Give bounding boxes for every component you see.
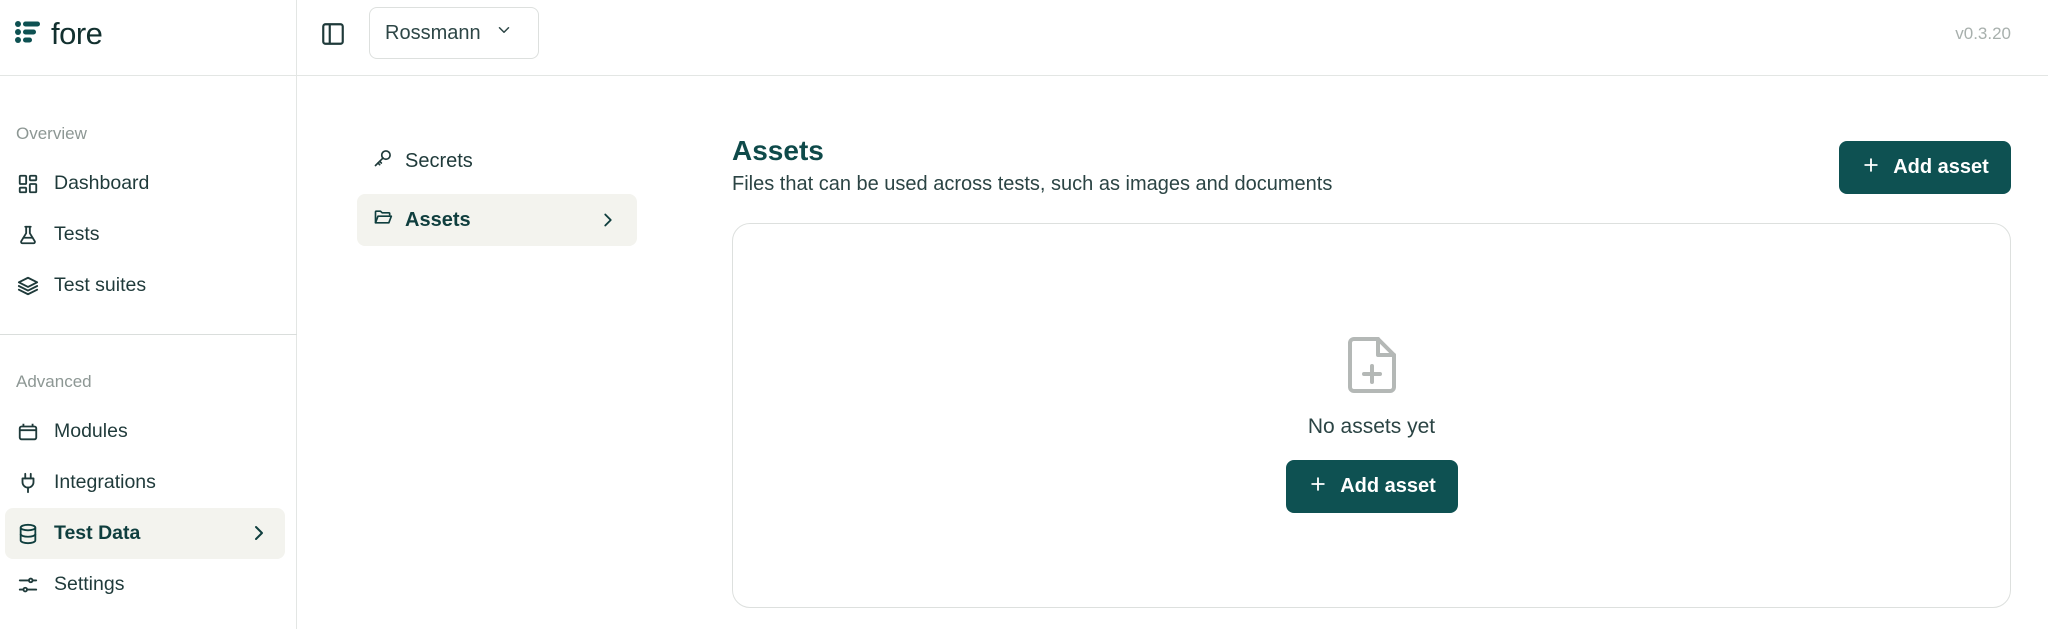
flask-icon [16, 223, 40, 247]
sidebar-panel-icon[interactable] [319, 20, 347, 48]
add-asset-label: Add asset [1340, 475, 1436, 497]
layers-icon [16, 274, 40, 298]
top-bar: Rossmann v0.3.20 [297, 0, 2048, 76]
key-icon [373, 148, 393, 174]
project-name: Rossmann [385, 21, 481, 44]
file-plus-icon [1347, 336, 1397, 394]
sidebar-item-label: Test suites [54, 274, 147, 296]
sidebar-item-label: Integrations [54, 471, 156, 493]
database-icon [16, 522, 40, 546]
chevron-right-icon [597, 209, 619, 231]
chevron-right-icon [247, 521, 271, 545]
plug-icon [16, 471, 40, 495]
sidebar: fore Overview Dashboard Tests Test suite… [0, 0, 297, 629]
page-title: Assets [732, 135, 824, 166]
sidebar-item-dashboard[interactable]: Dashboard [5, 158, 285, 209]
subnav-item-label: Assets [405, 208, 471, 231]
grid-icon [16, 172, 40, 196]
sidebar-item-label: Tests [54, 223, 100, 245]
empty-state-add-asset-button[interactable]: Add asset [1286, 460, 1458, 513]
app-logo[interactable]: fore [15, 16, 103, 51]
sidebar-item-integrations[interactable]: Integrations [5, 457, 285, 508]
plus-icon [1861, 155, 1881, 181]
sidebar-item-label: Settings [54, 573, 125, 595]
sidebar-divider-top [0, 75, 297, 76]
sidebar-item-modules[interactable]: Modules [5, 406, 285, 457]
sidebar-section-overview: Overview [16, 124, 87, 143]
app-version: v0.3.20 [1955, 24, 2011, 43]
empty-state-text: No assets yet [1307, 415, 1436, 438]
add-asset-button[interactable]: Add asset [1839, 141, 2011, 194]
box-icon [16, 420, 40, 444]
sidebar-item-settings[interactable]: Settings [5, 559, 285, 610]
app-name: fore [51, 16, 103, 51]
subnav-item-label: Secrets [405, 149, 473, 172]
sidebar-item-label: Dashboard [54, 172, 150, 194]
subnav-item-assets[interactable]: Assets [357, 194, 637, 246]
subnav-item-secrets[interactable]: Secrets [357, 135, 637, 187]
sidebar-item-label: Modules [54, 420, 128, 442]
sidebar-divider [0, 334, 297, 335]
logo-mark-icon [15, 20, 41, 48]
sidebar-section-advanced: Advanced [16, 372, 92, 391]
sliders-icon [16, 573, 40, 597]
chevron-down-icon [495, 21, 513, 45]
sidebar-item-tests[interactable]: Tests [5, 209, 285, 260]
sidebar-item-test-data[interactable]: Test Data [5, 508, 285, 559]
folder-open-icon [373, 207, 393, 233]
project-selector[interactable]: Rossmann [369, 7, 539, 59]
sidebar-item-test-suites[interactable]: Test suites [5, 260, 285, 311]
plus-icon [1308, 474, 1328, 500]
add-asset-label: Add asset [1893, 156, 1989, 178]
sidebar-item-label: Test Data [54, 522, 141, 544]
page-description: Files that can be used across tests, suc… [732, 173, 1333, 195]
